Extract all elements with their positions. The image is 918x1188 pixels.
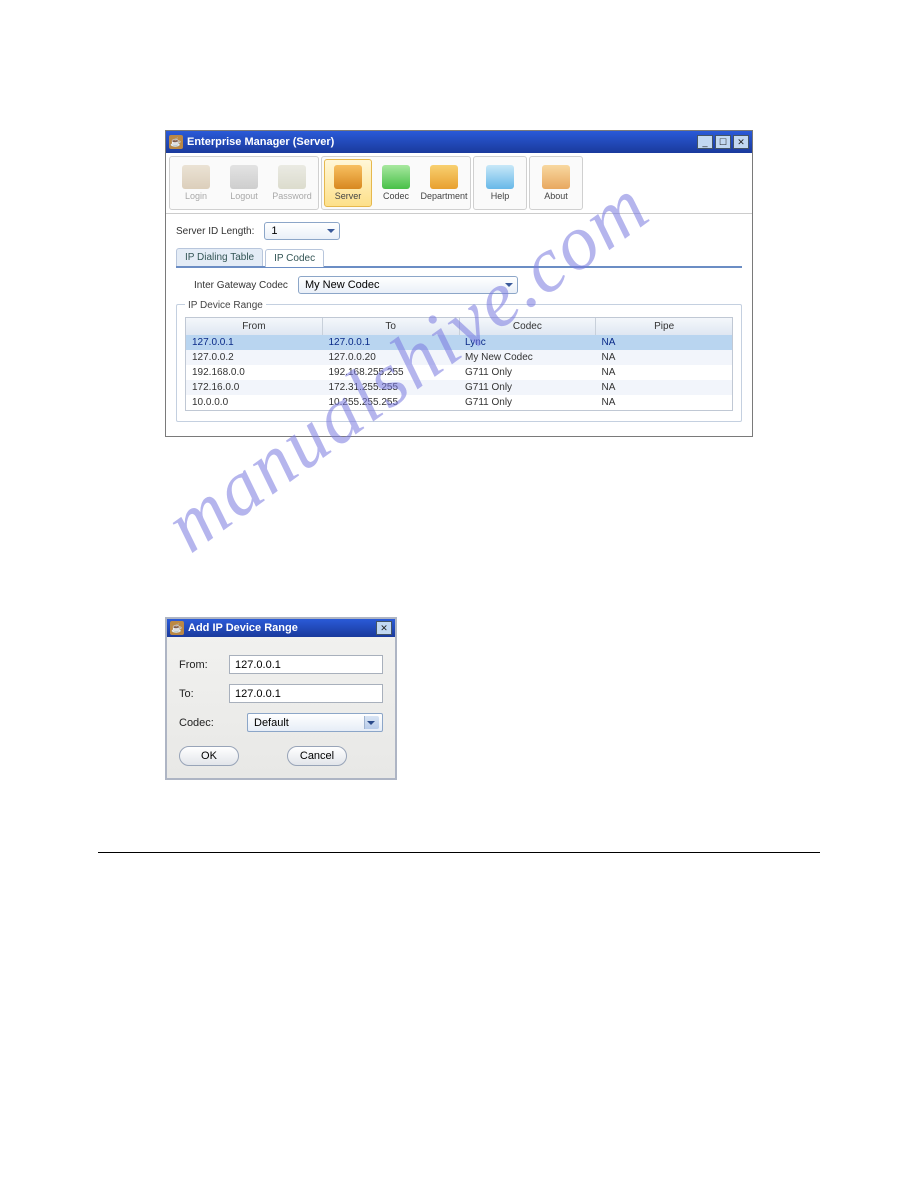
cell-pipe: NA [596, 365, 733, 380]
login-button[interactable]: Login [172, 159, 220, 207]
java-icon: ☕ [169, 135, 183, 149]
cell-to: 10.255.255.255 [323, 395, 460, 410]
codec-combo[interactable]: Default [247, 713, 383, 732]
to-input[interactable] [229, 684, 383, 703]
logout-button[interactable]: Logout [220, 159, 268, 207]
titlebar[interactable]: ☕ Enterprise Manager (Server) _ ☐ ✕ [166, 131, 752, 153]
cell-from: 10.0.0.0 [186, 395, 323, 410]
dialog-titlebar[interactable]: ☕ Add IP Device Range ✕ [167, 619, 395, 637]
cell-to: 172.31.255.255 [323, 380, 460, 395]
close-button[interactable]: ✕ [733, 135, 749, 149]
maximize-button[interactable]: ☐ [715, 135, 731, 149]
login-icon [182, 165, 210, 189]
password-icon [278, 165, 306, 189]
table-row[interactable]: 10.0.0.010.255.255.255G711 OnlyNA [186, 395, 732, 410]
toolbar-label: Login [185, 191, 207, 201]
help-button[interactable]: Help [476, 159, 524, 207]
toolbar-label: Codec [383, 191, 409, 201]
about-button[interactable]: About [532, 159, 580, 207]
table-header: From To Codec Pipe [186, 318, 732, 335]
tabstrip: IP Dialing Table IP Codec [176, 248, 742, 268]
department-button[interactable]: Department [420, 159, 468, 207]
table-row[interactable]: 192.168.0.0192.168.255.255G711 OnlyNA [186, 365, 732, 380]
cell-from: 127.0.0.1 [186, 335, 323, 350]
table-row[interactable]: 172.16.0.0172.31.255.255G711 OnlyNA [186, 380, 732, 395]
dialog-close-button[interactable]: ✕ [376, 621, 392, 635]
cell-codec: Lync [459, 335, 596, 350]
to-label: To: [179, 688, 229, 700]
ip-device-range-legend: IP Device Range [185, 300, 266, 311]
col-codec[interactable]: Codec [460, 318, 597, 335]
enterprise-manager-window: ☕ Enterprise Manager (Server) _ ☐ ✕ Logi… [165, 130, 753, 437]
page-separator [98, 852, 820, 853]
cell-pipe: NA [596, 350, 733, 365]
department-icon [430, 165, 458, 189]
toolbar: Login Logout Password Server Codec Department… [166, 153, 752, 214]
table-row[interactable]: 127.0.0.2127.0.0.20My New CodecNA [186, 350, 732, 365]
cell-codec: G711 Only [459, 395, 596, 410]
cell-to: 127.0.0.1 [323, 335, 460, 350]
toolbar-label: Help [491, 191, 510, 201]
codec-button[interactable]: Codec [372, 159, 420, 207]
ip-device-range-group: IP Device Range From To Codec Pipe 127.0… [176, 304, 742, 422]
cell-codec: My New Codec [459, 350, 596, 365]
codec-label: Codec: [179, 717, 247, 729]
toolbar-label: Logout [230, 191, 258, 201]
server-button[interactable]: Server [324, 159, 372, 207]
cell-from: 127.0.0.2 [186, 350, 323, 365]
codec-icon [382, 165, 410, 189]
toolbar-label: About [544, 191, 568, 201]
server-icon [334, 165, 362, 189]
dialog-title: Add IP Device Range [188, 622, 376, 634]
col-from[interactable]: From [186, 318, 323, 335]
col-pipe[interactable]: Pipe [596, 318, 732, 335]
toolbar-label: Server [335, 191, 362, 201]
minimize-button[interactable]: _ [697, 135, 713, 149]
add-ip-device-range-dialog: ☕ Add IP Device Range ✕ From: To: Codec:… [165, 617, 397, 780]
ok-button[interactable]: OK [179, 746, 239, 766]
table-row[interactable]: 127.0.0.1127.0.0.1LyncNA [186, 335, 732, 350]
tab-ip-codec[interactable]: IP Codec [265, 249, 324, 267]
java-icon: ☕ [170, 621, 184, 635]
window-title: Enterprise Manager (Server) [187, 136, 697, 148]
cancel-button[interactable]: Cancel [287, 746, 347, 766]
cell-pipe: NA [596, 380, 733, 395]
inter-gateway-codec-combo[interactable]: My New Codec [298, 276, 518, 294]
col-to[interactable]: To [323, 318, 460, 335]
cell-from: 192.168.0.0 [186, 365, 323, 380]
cell-from: 172.16.0.0 [186, 380, 323, 395]
toolbar-label: Department [420, 191, 467, 201]
cell-codec: G711 Only [459, 380, 596, 395]
cell-to: 192.168.255.255 [323, 365, 460, 380]
tab-ip-dialing-table[interactable]: IP Dialing Table [176, 248, 263, 266]
cell-to: 127.0.0.20 [323, 350, 460, 365]
cell-codec: G711 Only [459, 365, 596, 380]
server-id-length-label: Server ID Length: [176, 226, 254, 237]
from-input[interactable] [229, 655, 383, 674]
from-label: From: [179, 659, 229, 671]
inter-gateway-codec-label: Inter Gateway Codec [194, 280, 288, 291]
help-icon [486, 165, 514, 189]
server-id-length-combo[interactable]: 1 [264, 222, 340, 240]
cell-pipe: NA [596, 335, 733, 350]
cell-pipe: NA [596, 395, 733, 410]
about-icon [542, 165, 570, 189]
toolbar-label: Password [272, 191, 312, 201]
password-button[interactable]: Password [268, 159, 316, 207]
logout-icon [230, 165, 258, 189]
